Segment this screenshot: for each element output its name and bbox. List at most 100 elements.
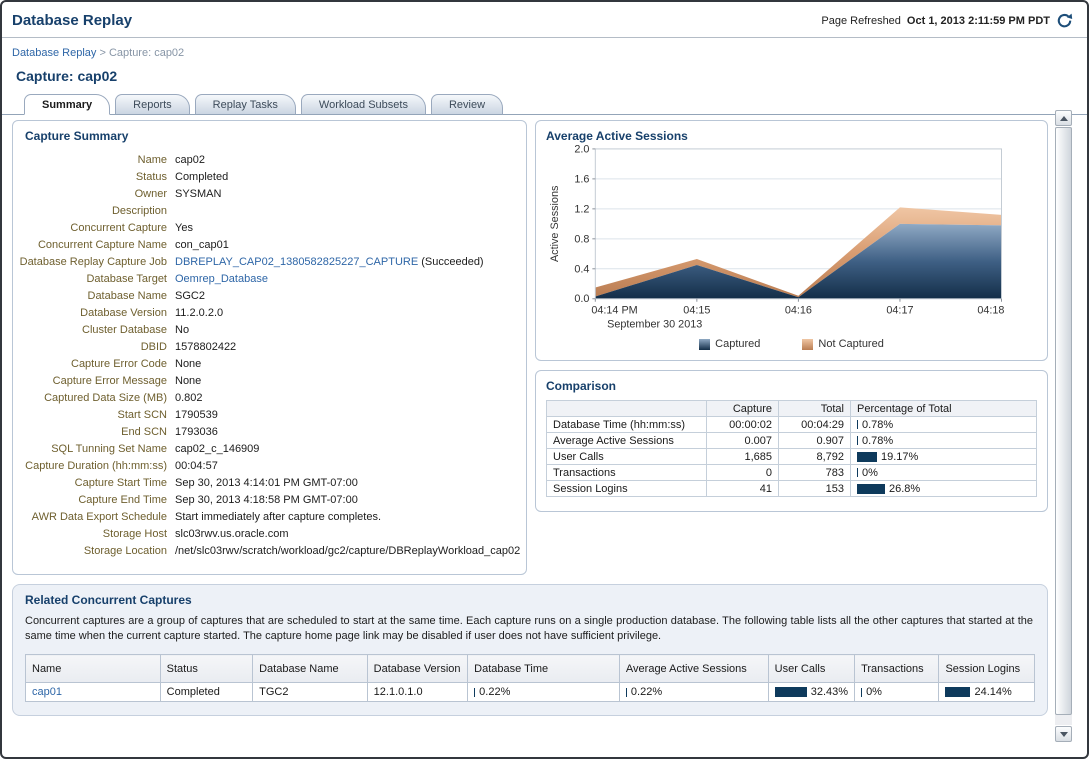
field-value: SYSMAN	[175, 188, 520, 201]
capture-value: 00:00:02	[707, 417, 779, 433]
percentage-indicator: 0.22%	[626, 686, 762, 698]
transactions-percentage: 0%	[855, 683, 939, 702]
field-value: DBREPLAY_CAP02_1380582825227_CAPTURE (Su…	[175, 256, 520, 269]
summary-field-capture-end-time: Capture End Time Sep 30, 2013 4:18:58 PM …	[19, 494, 520, 507]
related-table-header: NameStatusDatabase NameDatabase VersionD…	[26, 655, 1035, 683]
tab-workload-subsets[interactable]: Workload Subsets	[301, 94, 426, 115]
comparison-row-average-active-sessions: Average Active Sessions0.0070.9070.78%	[547, 433, 1037, 449]
svg-text:2.0: 2.0	[574, 143, 589, 155]
main-content: Capture Summary Namecap02 StatusCompleted…	[12, 120, 1048, 716]
breadcrumb-link-database-replay[interactable]: Database Replay	[12, 47, 96, 59]
field-label: Capture End Time	[19, 494, 167, 507]
svg-text:04:15: 04:15	[683, 305, 710, 317]
percentage-label: 0%	[862, 467, 878, 479]
field-value-link[interactable]: DBREPLAY_CAP02_1380582825227_CAPTURE	[175, 256, 418, 268]
summary-field-awr-data-export-schedule: AWR Data Export ScheduleStart immediatel…	[19, 511, 520, 524]
metric-label: Transactions	[547, 465, 707, 481]
svg-text:04:14 PM: 04:14 PM	[591, 305, 637, 317]
summary-field-concurrent-capture-name: Concurrent Capture Namecon_cap01	[19, 239, 520, 252]
field-value: 11.2.0.2.0	[175, 307, 520, 320]
capture-summary-title: Capture Summary	[25, 129, 520, 143]
field-value-link[interactable]: Oemrep_Database	[175, 273, 268, 285]
percentage-label: 26.8%	[889, 483, 920, 495]
tab-replay-tasks[interactable]: Replay Tasks	[195, 94, 296, 115]
percentage-of-total: 19.17%	[851, 449, 1037, 465]
database-replay-window: Database Replay Page Refreshed Oct 1, 20…	[0, 0, 1089, 759]
percentage-bar	[857, 420, 858, 429]
capture-name-link[interactable]: cap01	[32, 686, 62, 698]
summary-field-start-scn: Start SCN1790539	[19, 409, 520, 422]
refreshed-timestamp: Oct 1, 2013 2:11:59 PM PDT	[907, 15, 1050, 27]
aas-chart-svg: 0.00.40.81.21.62.004:14 PM04:1504:1604:1…	[546, 143, 1037, 336]
field-label: Database Target	[19, 273, 167, 286]
summary-field-name: Namecap02	[19, 154, 520, 167]
related-col-user-calls: User Calls	[768, 655, 854, 683]
field-value: Sep 30, 2013 4:18:58 PM GMT-07:00	[175, 494, 520, 507]
percentage-bar	[857, 436, 858, 445]
legend-swatch-captured	[699, 339, 710, 350]
comparison-table: CaptureTotalPercentage of Total Database…	[546, 400, 1037, 497]
summary-field-database-version: Database Version 11.2.0.2.0	[19, 307, 520, 320]
scroll-down-icon	[1060, 732, 1068, 737]
tab-summary[interactable]: Summary	[24, 94, 110, 115]
field-label: Database Version	[19, 307, 167, 320]
field-value: No	[175, 324, 520, 337]
field-value: Sep 30, 2013 4:14:01 PM GMT-07:00	[175, 477, 520, 490]
related-col-database-version: Database Version	[367, 655, 467, 683]
field-label: Concurrent Capture Name	[19, 239, 167, 252]
svg-text:0.4: 0.4	[574, 263, 589, 275]
capture-value: 0.007	[707, 433, 779, 449]
scrollbar-up-button[interactable]	[1055, 110, 1072, 126]
user-calls-percentage: 32.43%	[768, 683, 854, 702]
field-label: Storage Location	[19, 545, 167, 558]
percentage-label: 0.22%	[631, 686, 662, 698]
comparison-row-database-time-hh-mm-ss: Database Time (hh:mm:ss)00:00:0200:04:29…	[547, 417, 1037, 433]
summary-field-database-name: Database NameSGC2	[19, 290, 520, 303]
scrollbar-thumb[interactable]	[1055, 127, 1072, 715]
metric-label: Session Logins	[547, 481, 707, 497]
scrollbar-down-button[interactable]	[1055, 726, 1072, 742]
percentage-bar	[945, 687, 970, 697]
percentage-bar	[775, 687, 807, 697]
average-active-sessions-percentage: 0.22%	[619, 683, 768, 702]
percentage-bar	[857, 452, 877, 462]
percentage-label: 0%	[866, 686, 882, 698]
related-col-transactions: Transactions	[855, 655, 939, 683]
percentage-bar	[474, 688, 475, 697]
breadcrumb: Database Replay > Capture: cap02	[12, 47, 1087, 59]
tab-reports[interactable]: Reports	[115, 94, 190, 115]
comparison-title: Comparison	[546, 379, 1037, 393]
field-value	[175, 205, 520, 218]
metric-label: Database Time (hh:mm:ss)	[547, 417, 707, 433]
related-col-average-active-sessions: Average Active Sessions	[619, 655, 768, 683]
capture-name: cap01	[26, 683, 161, 702]
percentage-indicator: 0%	[857, 467, 1030, 479]
field-label: End SCN	[19, 426, 167, 439]
legend-item-not-captured: Not Captured	[802, 338, 883, 350]
summary-field-status: StatusCompleted	[19, 171, 520, 184]
summary-field-owner: OwnerSYSMAN	[19, 188, 520, 201]
percentage-of-total: 26.8%	[851, 481, 1037, 497]
field-value: None	[175, 375, 520, 388]
vertical-scrollbar[interactable]	[1055, 110, 1072, 742]
related-title: Related Concurrent Captures	[25, 593, 1035, 607]
summary-field-dbid: DBID1578802422	[19, 341, 520, 354]
svg-text:04:16: 04:16	[785, 305, 812, 317]
percentage-of-total: 0%	[851, 465, 1037, 481]
capture-value: 41	[707, 481, 779, 497]
page-header: Database Replay Page Refreshed Oct 1, 20…	[2, 2, 1087, 32]
tab-review[interactable]: Review	[431, 94, 503, 115]
legend-label: Captured	[715, 338, 760, 350]
percentage-bar	[861, 688, 862, 697]
refresh-icon[interactable]	[1056, 12, 1073, 29]
scrollbar-track[interactable]	[1055, 127, 1072, 725]
total-value: 783	[779, 465, 851, 481]
svg-text:1.6: 1.6	[574, 173, 589, 185]
scroll-up-icon	[1060, 116, 1068, 121]
summary-field-captured-data-size-mb: Captured Data Size (MB)0.802	[19, 392, 520, 405]
comparison-row-user-calls: User Calls1,6858,79219.17%	[547, 449, 1037, 465]
percentage-label: 0.22%	[479, 686, 510, 698]
percentage-label: 0.78%	[862, 419, 893, 431]
summary-field-capture-error-message: Capture Error MessageNone	[19, 375, 520, 388]
field-label: Status	[19, 171, 167, 184]
